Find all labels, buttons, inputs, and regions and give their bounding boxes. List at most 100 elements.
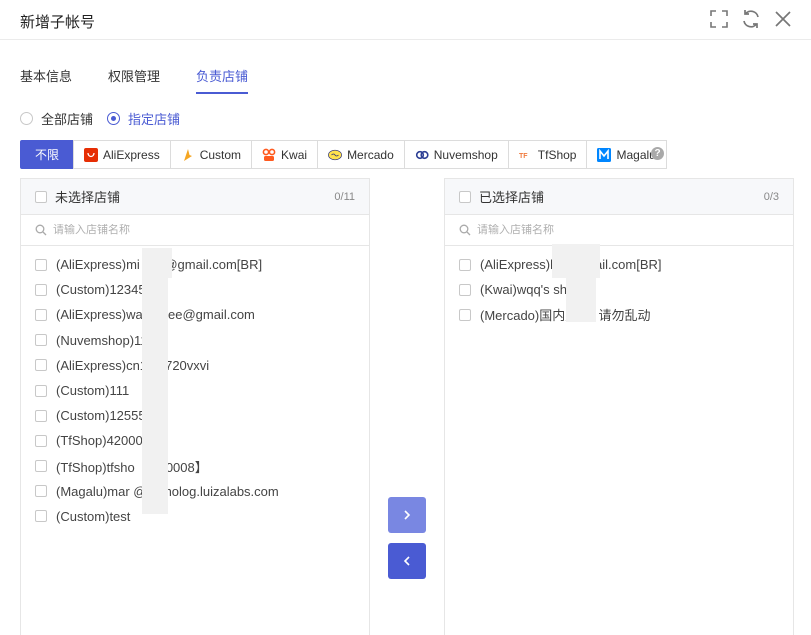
item-checkbox[interactable] xyxy=(35,283,47,296)
refresh-icon[interactable] xyxy=(739,7,763,31)
list-item[interactable]: (TfShop)42000 xyxy=(21,428,369,453)
list-item[interactable]: (AliExpress)mi nsp@gmail.com[BR] xyxy=(21,252,369,277)
chevron-left-icon xyxy=(403,556,410,566)
list-item[interactable]: (Magalu)mar @homolog.luizalabs.com xyxy=(21,479,369,504)
redaction-blur xyxy=(142,248,172,278)
item-checkbox[interactable] xyxy=(35,258,47,271)
item-checkbox[interactable] xyxy=(459,283,471,296)
dialog-title: 新增子帐号 xyxy=(20,14,96,31)
platform-label: AliExpress xyxy=(103,147,160,162)
fullscreen-icon[interactable] xyxy=(707,7,731,31)
platform-label: Nuvemshop xyxy=(433,147,498,162)
list-item[interactable]: (TfShop)tfsho 【460008】 xyxy=(21,454,369,479)
tab-bar: 基本信息 权限管理 负责店铺 xyxy=(20,66,284,94)
list-item[interactable]: (Nuvemshop)11 xyxy=(21,328,369,353)
list-item[interactable]: (Custom)test xyxy=(21,504,369,529)
list-item[interactable]: (AliExpress)wa hopee@gmail.com xyxy=(21,302,369,327)
aliexpress-icon xyxy=(84,147,99,162)
store-list: (AliExpress)le @gmail.com[BR] (Kwai)wqq'… xyxy=(445,246,793,328)
list-item[interactable]: (Mercado)国内用 号 请勿乱动 xyxy=(445,302,793,327)
search-icon xyxy=(35,224,47,236)
platform-label: Magalu xyxy=(616,147,656,162)
tab-permissions[interactable]: 权限管理 xyxy=(108,66,160,94)
platform-label: Kwai xyxy=(281,147,308,162)
search-input[interactable] xyxy=(53,224,333,236)
store-name: (Kwai)wqq's sh o xyxy=(480,282,578,298)
platform-kwai-button[interactable]: Kwai xyxy=(251,140,319,169)
platform-label: Custom xyxy=(199,147,242,162)
move-to-selected-button[interactable] xyxy=(388,497,426,533)
svg-text:TF: TF xyxy=(519,153,528,160)
chevron-right-icon xyxy=(404,510,411,520)
radio-circle xyxy=(107,112,121,125)
nuvemshop-icon xyxy=(415,148,429,162)
platform-label: Mercado xyxy=(347,147,394,162)
item-checkbox[interactable] xyxy=(35,359,47,372)
item-checkbox[interactable] xyxy=(459,258,471,271)
platform-aliexpress-button[interactable]: AliExpress xyxy=(73,140,171,169)
list-item[interactable]: (Custom)12345 xyxy=(21,277,369,302)
list-item[interactable]: (AliExpress)cn1 71720vxvi xyxy=(21,353,369,378)
item-checkbox[interactable] xyxy=(35,510,47,523)
store-search xyxy=(445,215,793,246)
platform-custom-button[interactable]: Custom xyxy=(169,140,253,169)
mercado-icon xyxy=(328,148,342,162)
move-to-unselected-button[interactable] xyxy=(388,543,426,579)
panel-count: 0/3 xyxy=(763,190,779,203)
item-checkbox[interactable] xyxy=(35,409,47,422)
panel-title: 未选择店铺 xyxy=(55,190,121,205)
store-search xyxy=(21,215,369,246)
store-name: (Nuvemshop)11 xyxy=(56,332,148,348)
tfshop-icon: TF xyxy=(519,148,533,162)
list-item[interactable]: (Kwai)wqq's sh o xyxy=(445,277,793,302)
select-all-checkbox[interactable] xyxy=(459,190,471,203)
store-name: (Custom)12345 xyxy=(56,282,146,298)
item-checkbox[interactable] xyxy=(35,460,47,473)
platform-tfshop-button[interactable]: TF TfShop xyxy=(507,140,588,169)
tab-basic-info[interactable]: 基本信息 xyxy=(20,66,72,94)
panel-header: 已选择店铺 0/3 xyxy=(445,179,793,215)
platform-filter: 不限 AliExpress Custom Kwai Mercado Nuvems… xyxy=(20,140,667,169)
platform-label: 不限 xyxy=(35,148,60,162)
platform-label: TfShop xyxy=(537,147,577,162)
radio-label: 全部店铺 xyxy=(41,112,94,127)
platform-nuvemshop-button[interactable]: Nuvemshop xyxy=(403,140,509,169)
list-item[interactable]: (AliExpress)le @gmail.com[BR] xyxy=(445,252,793,277)
header-actions xyxy=(707,7,795,31)
panel-header: 未选择店铺 0/11 xyxy=(21,179,369,215)
platform-all-button[interactable]: 不限 xyxy=(20,140,75,169)
tab-assigned-stores[interactable]: 负责店铺 xyxy=(196,66,249,94)
radio-specified-stores[interactable]: 指定店铺 xyxy=(107,109,180,128)
store-scope-radio-group: 全部店铺 指定店铺 xyxy=(20,109,194,128)
redaction-blur xyxy=(552,244,600,278)
store-name: (Custom)test xyxy=(56,508,131,524)
panel-title: 已选择店铺 xyxy=(479,190,545,205)
redaction-blur xyxy=(142,278,168,514)
kwai-icon xyxy=(262,148,276,162)
item-checkbox[interactable] xyxy=(35,485,47,498)
radio-circle xyxy=(20,112,33,125)
redaction-blur xyxy=(566,278,596,322)
store-name: (Custom)111 xyxy=(56,383,130,399)
store-list: (AliExpress)mi nsp@gmail.com[BR] (Custom… xyxy=(21,246,369,529)
custom-icon xyxy=(181,148,195,162)
list-item[interactable]: (Custom)111 xyxy=(21,378,369,403)
select-all-checkbox[interactable] xyxy=(35,190,47,203)
list-item[interactable]: (Custom)12555 xyxy=(21,403,369,428)
search-icon xyxy=(459,224,471,236)
item-checkbox[interactable] xyxy=(35,308,47,321)
item-checkbox[interactable] xyxy=(35,384,47,397)
store-name: (AliExpress)cn1 71720vxvi xyxy=(56,357,210,373)
selected-stores-panel: 已选择店铺 0/3 (AliExpress)le @gmail.com[BR] … xyxy=(444,178,794,635)
close-icon[interactable] xyxy=(771,7,795,31)
item-checkbox[interactable] xyxy=(35,334,47,347)
magalu-icon xyxy=(597,147,612,162)
item-checkbox[interactable] xyxy=(35,434,47,447)
panel-count: 0/11 xyxy=(334,190,355,203)
search-input[interactable] xyxy=(477,224,757,236)
help-icon[interactable]: ? xyxy=(651,147,664,160)
radio-label: 指定店铺 xyxy=(128,112,181,127)
item-checkbox[interactable] xyxy=(459,308,471,321)
platform-mercado-button[interactable]: Mercado xyxy=(317,140,405,169)
radio-all-stores[interactable]: 全部店铺 xyxy=(20,109,93,128)
